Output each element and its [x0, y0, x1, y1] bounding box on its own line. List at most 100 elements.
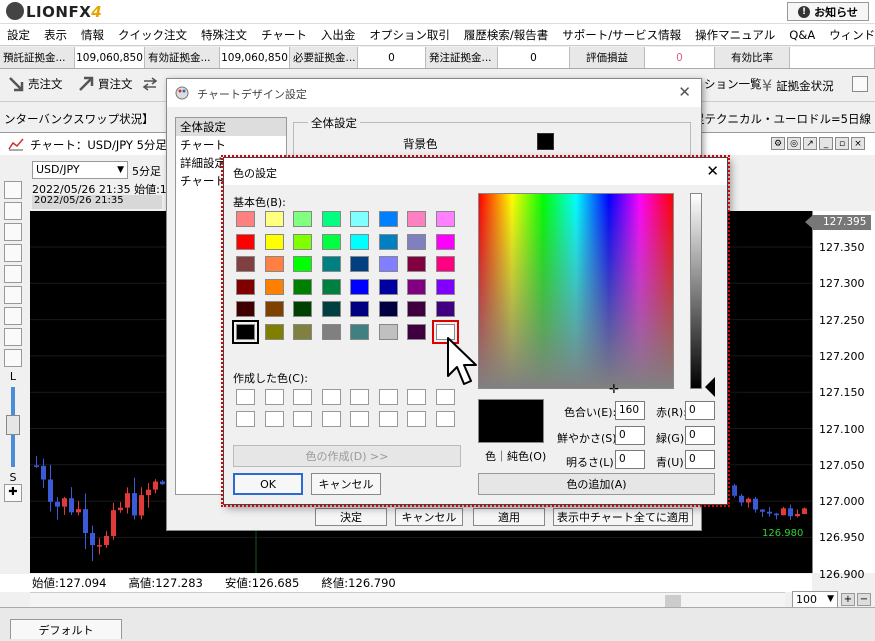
custom-color-swatch[interactable]	[435, 389, 455, 405]
notice-button[interactable]: ! お知らせ	[787, 2, 869, 21]
define-custom-color-button[interactable]: 色の作成(D) >>	[233, 445, 461, 467]
zoom-in-icon[interactable]: +	[841, 593, 855, 606]
basic-color-swatch[interactable]	[293, 256, 312, 272]
basic-color-swatch[interactable]	[293, 233, 312, 250]
basic-color-swatch[interactable]	[407, 256, 426, 272]
design-cancel-button[interactable]: キャンセル	[395, 508, 463, 526]
basic-color-swatch[interactable]	[407, 278, 426, 295]
tree-item-general[interactable]: 全体設定	[176, 118, 286, 136]
basic-color-swatch[interactable]	[293, 323, 312, 340]
settings-icon[interactable]: ◎	[787, 137, 801, 150]
zoom-slider[interactable]	[6, 387, 20, 467]
crosshair-tool-icon[interactable]: ✚	[4, 484, 22, 502]
luminance-input[interactable]: 0	[615, 450, 645, 469]
basic-color-swatch[interactable]	[378, 233, 398, 250]
menu-chart[interactable]: チャート	[254, 27, 314, 43]
basic-color-swatch[interactable]	[407, 301, 426, 317]
basic-color-swatch[interactable]	[407, 211, 426, 227]
basic-color-swatch[interactable]	[232, 319, 259, 344]
basic-color-swatch[interactable]	[264, 211, 284, 227]
basic-color-swatch[interactable]	[321, 233, 341, 250]
exchange-button[interactable]	[142, 76, 158, 92]
basic-color-swatch[interactable]	[236, 301, 255, 317]
chart-scrollbar[interactable]	[30, 592, 785, 608]
apply-button[interactable]: 適用	[473, 508, 545, 526]
custom-color-swatch[interactable]	[350, 389, 369, 405]
custom-color-swatch[interactable]	[236, 389, 255, 405]
basic-color-swatch[interactable]	[321, 211, 341, 227]
basic-color-swatch[interactable]	[435, 211, 455, 227]
basic-color-swatch[interactable]	[264, 323, 284, 340]
basic-color-swatch[interactable]	[407, 323, 426, 340]
basic-color-swatch[interactable]	[350, 256, 369, 272]
basic-color-swatch[interactable]	[378, 278, 398, 295]
menu-option-trading[interactable]: オプション取引	[362, 27, 457, 43]
custom-color-swatch[interactable]	[293, 411, 312, 427]
basic-color-swatch[interactable]	[264, 278, 284, 295]
basic-color-swatch[interactable]	[350, 233, 369, 250]
menu-view[interactable]: 表示	[37, 27, 74, 43]
menu-qa[interactable]: Q&A	[782, 28, 822, 42]
pin-icon[interactable]: ↗	[803, 137, 817, 150]
background-color-swatch[interactable]	[537, 133, 554, 150]
window-tool-icon[interactable]	[4, 349, 22, 367]
custom-color-swatch[interactable]	[378, 389, 398, 405]
luminance-arrow-icon[interactable]	[705, 377, 715, 397]
basic-color-swatch[interactable]	[293, 211, 312, 227]
basic-color-swatch[interactable]	[236, 233, 255, 250]
basic-color-swatch[interactable]	[435, 301, 455, 317]
period-label[interactable]: 5分足	[132, 163, 161, 179]
menu-window[interactable]: ウィンドウ	[822, 27, 875, 43]
luminance-bar[interactable]	[690, 193, 702, 389]
basic-color-swatch[interactable]	[321, 301, 341, 317]
decide-button[interactable]: 決定	[315, 508, 387, 526]
list-tool-icon[interactable]	[4, 307, 22, 325]
basic-color-swatch[interactable]	[264, 256, 284, 272]
custom-color-swatch[interactable]	[264, 411, 284, 427]
custom-color-swatch[interactable]	[236, 411, 255, 427]
margin-status-button[interactable]: ¥ 証拠金状況	[762, 76, 834, 95]
custom-color-swatch[interactable]	[321, 389, 341, 405]
symbol-select[interactable]: USD/JPY ▼	[32, 161, 128, 179]
basic-color-swatch[interactable]	[435, 233, 455, 250]
red-input[interactable]: 0	[685, 401, 715, 420]
color-spectrum[interactable]	[478, 193, 674, 389]
menu-support[interactable]: サポート/サービス情報	[555, 27, 688, 43]
basic-color-swatch[interactable]	[264, 301, 284, 317]
restore-icon[interactable]: ▫	[835, 137, 849, 150]
basic-color-swatch[interactable]	[350, 278, 369, 295]
basic-color-swatch[interactable]	[407, 233, 426, 250]
basic-color-swatch[interactable]	[435, 278, 455, 295]
custom-color-swatch[interactable]	[407, 411, 426, 427]
basic-color-swatch[interactable]	[236, 256, 255, 272]
basic-color-swatch[interactable]	[378, 256, 398, 272]
basic-color-swatch[interactable]	[321, 278, 341, 295]
fibonacci-tool-icon[interactable]	[4, 244, 22, 262]
pencil-tool-icon[interactable]	[4, 202, 22, 220]
custom-color-swatch[interactable]	[407, 389, 426, 405]
menu-quick-order[interactable]: クイック注文	[111, 27, 194, 43]
copy-tool-icon[interactable]	[4, 286, 22, 304]
chart-scrollbar-thumb[interactable]	[665, 595, 681, 607]
gear-icon[interactable]: ⚙	[771, 137, 785, 150]
tree-item-chart[interactable]: チャート	[176, 136, 286, 154]
menu-deposit[interactable]: 入出金	[314, 27, 363, 43]
basic-color-swatch[interactable]	[236, 278, 255, 295]
basic-color-swatch[interactable]	[293, 278, 312, 295]
basic-color-swatch[interactable]	[350, 301, 369, 317]
add-to-custom-colors-button[interactable]: 色の追加(A)	[478, 473, 715, 495]
close-icon[interactable]: ✕	[706, 162, 719, 180]
blue-input[interactable]: 0	[685, 450, 715, 469]
basic-color-swatch[interactable]	[321, 256, 341, 272]
custom-color-swatch[interactable]	[378, 411, 398, 427]
cancel-button[interactable]: キャンセル	[311, 473, 381, 495]
close-icon[interactable]: ×	[851, 137, 865, 150]
close-icon[interactable]: ✕	[678, 83, 691, 101]
buy-order-button[interactable]: 買注文	[78, 76, 133, 92]
basic-color-swatch[interactable]	[264, 233, 284, 250]
custom-color-swatch[interactable]	[321, 411, 341, 427]
saturation-input[interactable]: 0	[615, 426, 645, 445]
custom-color-swatch[interactable]	[350, 411, 369, 427]
position-list-button[interactable]: ション一覧	[704, 76, 762, 92]
menu-special-order[interactable]: 特殊注文	[194, 27, 254, 43]
